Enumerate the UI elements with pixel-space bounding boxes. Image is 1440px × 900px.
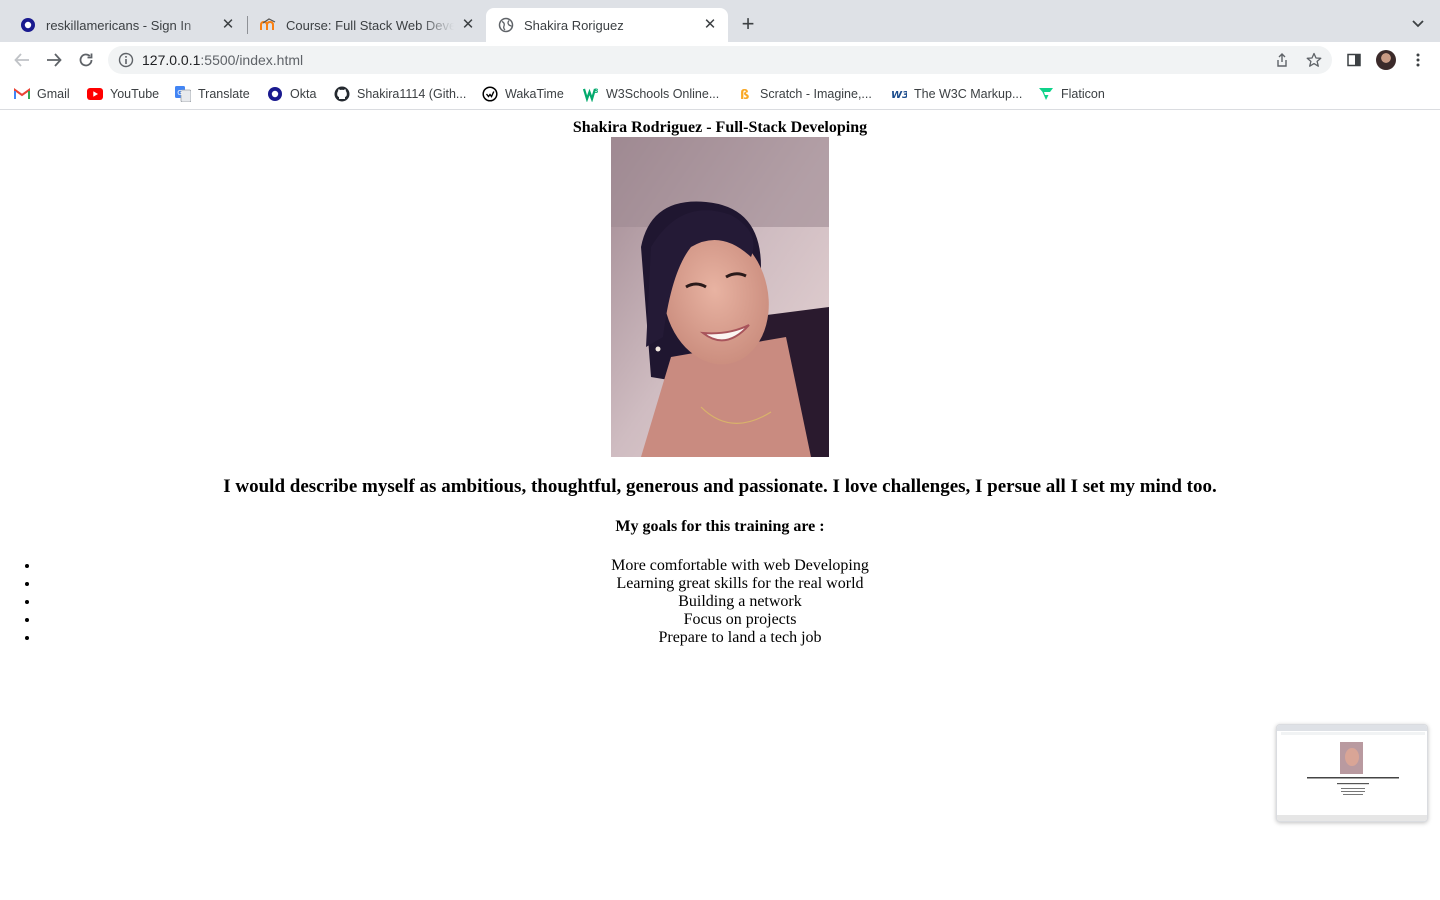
close-icon[interactable]: ✕ — [702, 17, 718, 33]
bookmark-scratch[interactable]: ß Scratch - Imagine,... — [737, 84, 872, 104]
tab-reskillamericans[interactable]: reskillamericans - Sign In ✕ — [8, 8, 246, 42]
w3schools-icon: 3 — [583, 86, 599, 102]
bookmark-label: The W3C Markup... — [914, 87, 1023, 101]
self-description: I would describe myself as ambitious, th… — [223, 476, 1217, 497]
close-icon[interactable]: ✕ — [460, 17, 476, 33]
okta-icon — [20, 17, 36, 33]
bookmark-label: W3Schools Online... — [606, 87, 720, 101]
bookmark-label: Translate — [198, 87, 250, 101]
bookmark-wakatime[interactable]: WakaTime — [482, 84, 564, 104]
forward-button[interactable] — [42, 48, 66, 72]
tab-title: Course: Full Stack Web Developing — [286, 17, 454, 33]
wakatime-icon — [482, 86, 498, 102]
list-item: Focus on projects — [40, 611, 1440, 629]
globe-icon — [498, 17, 514, 33]
page-heading: Shakira Rodriguez - Full-Stack Developin… — [572, 119, 868, 136]
tab-title: Shakira Roriguez — [524, 17, 624, 33]
svg-text:ß: ß — [740, 88, 749, 102]
menu-icon[interactable] — [1406, 48, 1430, 72]
bookmark-translate[interactable]: G Translate — [175, 84, 250, 104]
bookmark-w3schools[interactable]: 3 W3Schools Online... — [583, 84, 719, 104]
svg-text:G: G — [177, 89, 182, 97]
tab-strip: reskillamericans - Sign In ✕ Course: Ful… — [0, 0, 1440, 42]
flaticon-icon — [1038, 86, 1054, 102]
url-path: :5500/index.html — [200, 52, 304, 68]
close-icon[interactable]: ✕ — [220, 17, 236, 33]
bookmark-label: Shakira1114 (Gith... — [357, 87, 467, 101]
info-icon[interactable] — [118, 52, 134, 68]
bookmark-label: Flaticon — [1061, 87, 1105, 101]
scratch-icon: ß — [737, 86, 753, 102]
url-text: 127.0.0.1:5500/index.html — [142, 51, 303, 69]
svg-text:W3: W3 — [891, 90, 907, 101]
url-host: 127.0.0.1 — [142, 52, 201, 68]
translate-icon: G — [175, 86, 191, 102]
bookmark-w3c[interactable]: W3 The W3C Markup... — [891, 84, 1022, 104]
bookmark-github[interactable]: Shakira1114 (Gith... — [334, 84, 466, 104]
list-item: Building a network — [40, 593, 1440, 611]
bookmark-okta[interactable]: Okta — [267, 84, 316, 104]
list-item: More comfortable with web Developing — [40, 557, 1440, 575]
toolbar: 127.0.0.1:5500/index.html — [0, 42, 1440, 78]
address-bar[interactable]: 127.0.0.1:5500/index.html — [108, 46, 1332, 74]
reload-button[interactable] — [74, 48, 98, 72]
svg-text:3: 3 — [594, 88, 598, 95]
bookmark-star-icon[interactable] — [1302, 48, 1326, 72]
goals-title: My goals for this training are : — [615, 518, 825, 535]
bookmarks-bar: Gmail YouTube G Translate Okta Shakira11… — [0, 78, 1440, 110]
back-button[interactable] — [10, 48, 34, 72]
page-content: Shakira Rodriguez - Full-Stack Developin… — [0, 111, 1440, 900]
goals-list: More comfortable with web Developing Lea… — [40, 557, 1440, 647]
tab-search-icon[interactable] — [1408, 13, 1428, 33]
github-icon — [334, 86, 350, 102]
bookmark-label: Scratch - Imagine,... — [760, 87, 872, 101]
gmail-icon — [14, 86, 30, 102]
list-item: Learning great skills for the real world — [40, 575, 1440, 593]
side-panel-icon[interactable] — [1342, 48, 1366, 72]
list-item: Prepare to land a tech job — [40, 629, 1440, 647]
moodle-icon — [260, 17, 276, 33]
bookmark-youtube[interactable]: YouTube — [87, 84, 159, 104]
bookmark-flaticon[interactable]: Flaticon — [1038, 84, 1105, 104]
new-tab-button[interactable]: + — [736, 13, 760, 37]
tab-course[interactable]: Course: Full Stack Web Developing ✕ — [248, 8, 486, 42]
screenshot-thumbnail[interactable] — [1276, 724, 1428, 822]
bookmark-label: WakaTime — [505, 87, 564, 101]
tab-shakira[interactable]: Shakira Roriguez ✕ — [486, 8, 728, 42]
bookmark-label: Okta — [290, 87, 317, 101]
youtube-icon — [87, 86, 103, 102]
w3c-icon: W3 — [891, 86, 907, 102]
profile-avatar[interactable] — [1376, 50, 1396, 70]
bookmark-label: Gmail — [37, 87, 70, 101]
tab-title: reskillamericans - Sign In — [46, 17, 192, 33]
bookmark-label: YouTube — [110, 87, 160, 101]
bookmark-gmail[interactable]: Gmail — [14, 84, 70, 104]
share-icon[interactable] — [1270, 48, 1294, 72]
okta-icon — [267, 86, 283, 102]
profile-photo — [611, 137, 829, 457]
